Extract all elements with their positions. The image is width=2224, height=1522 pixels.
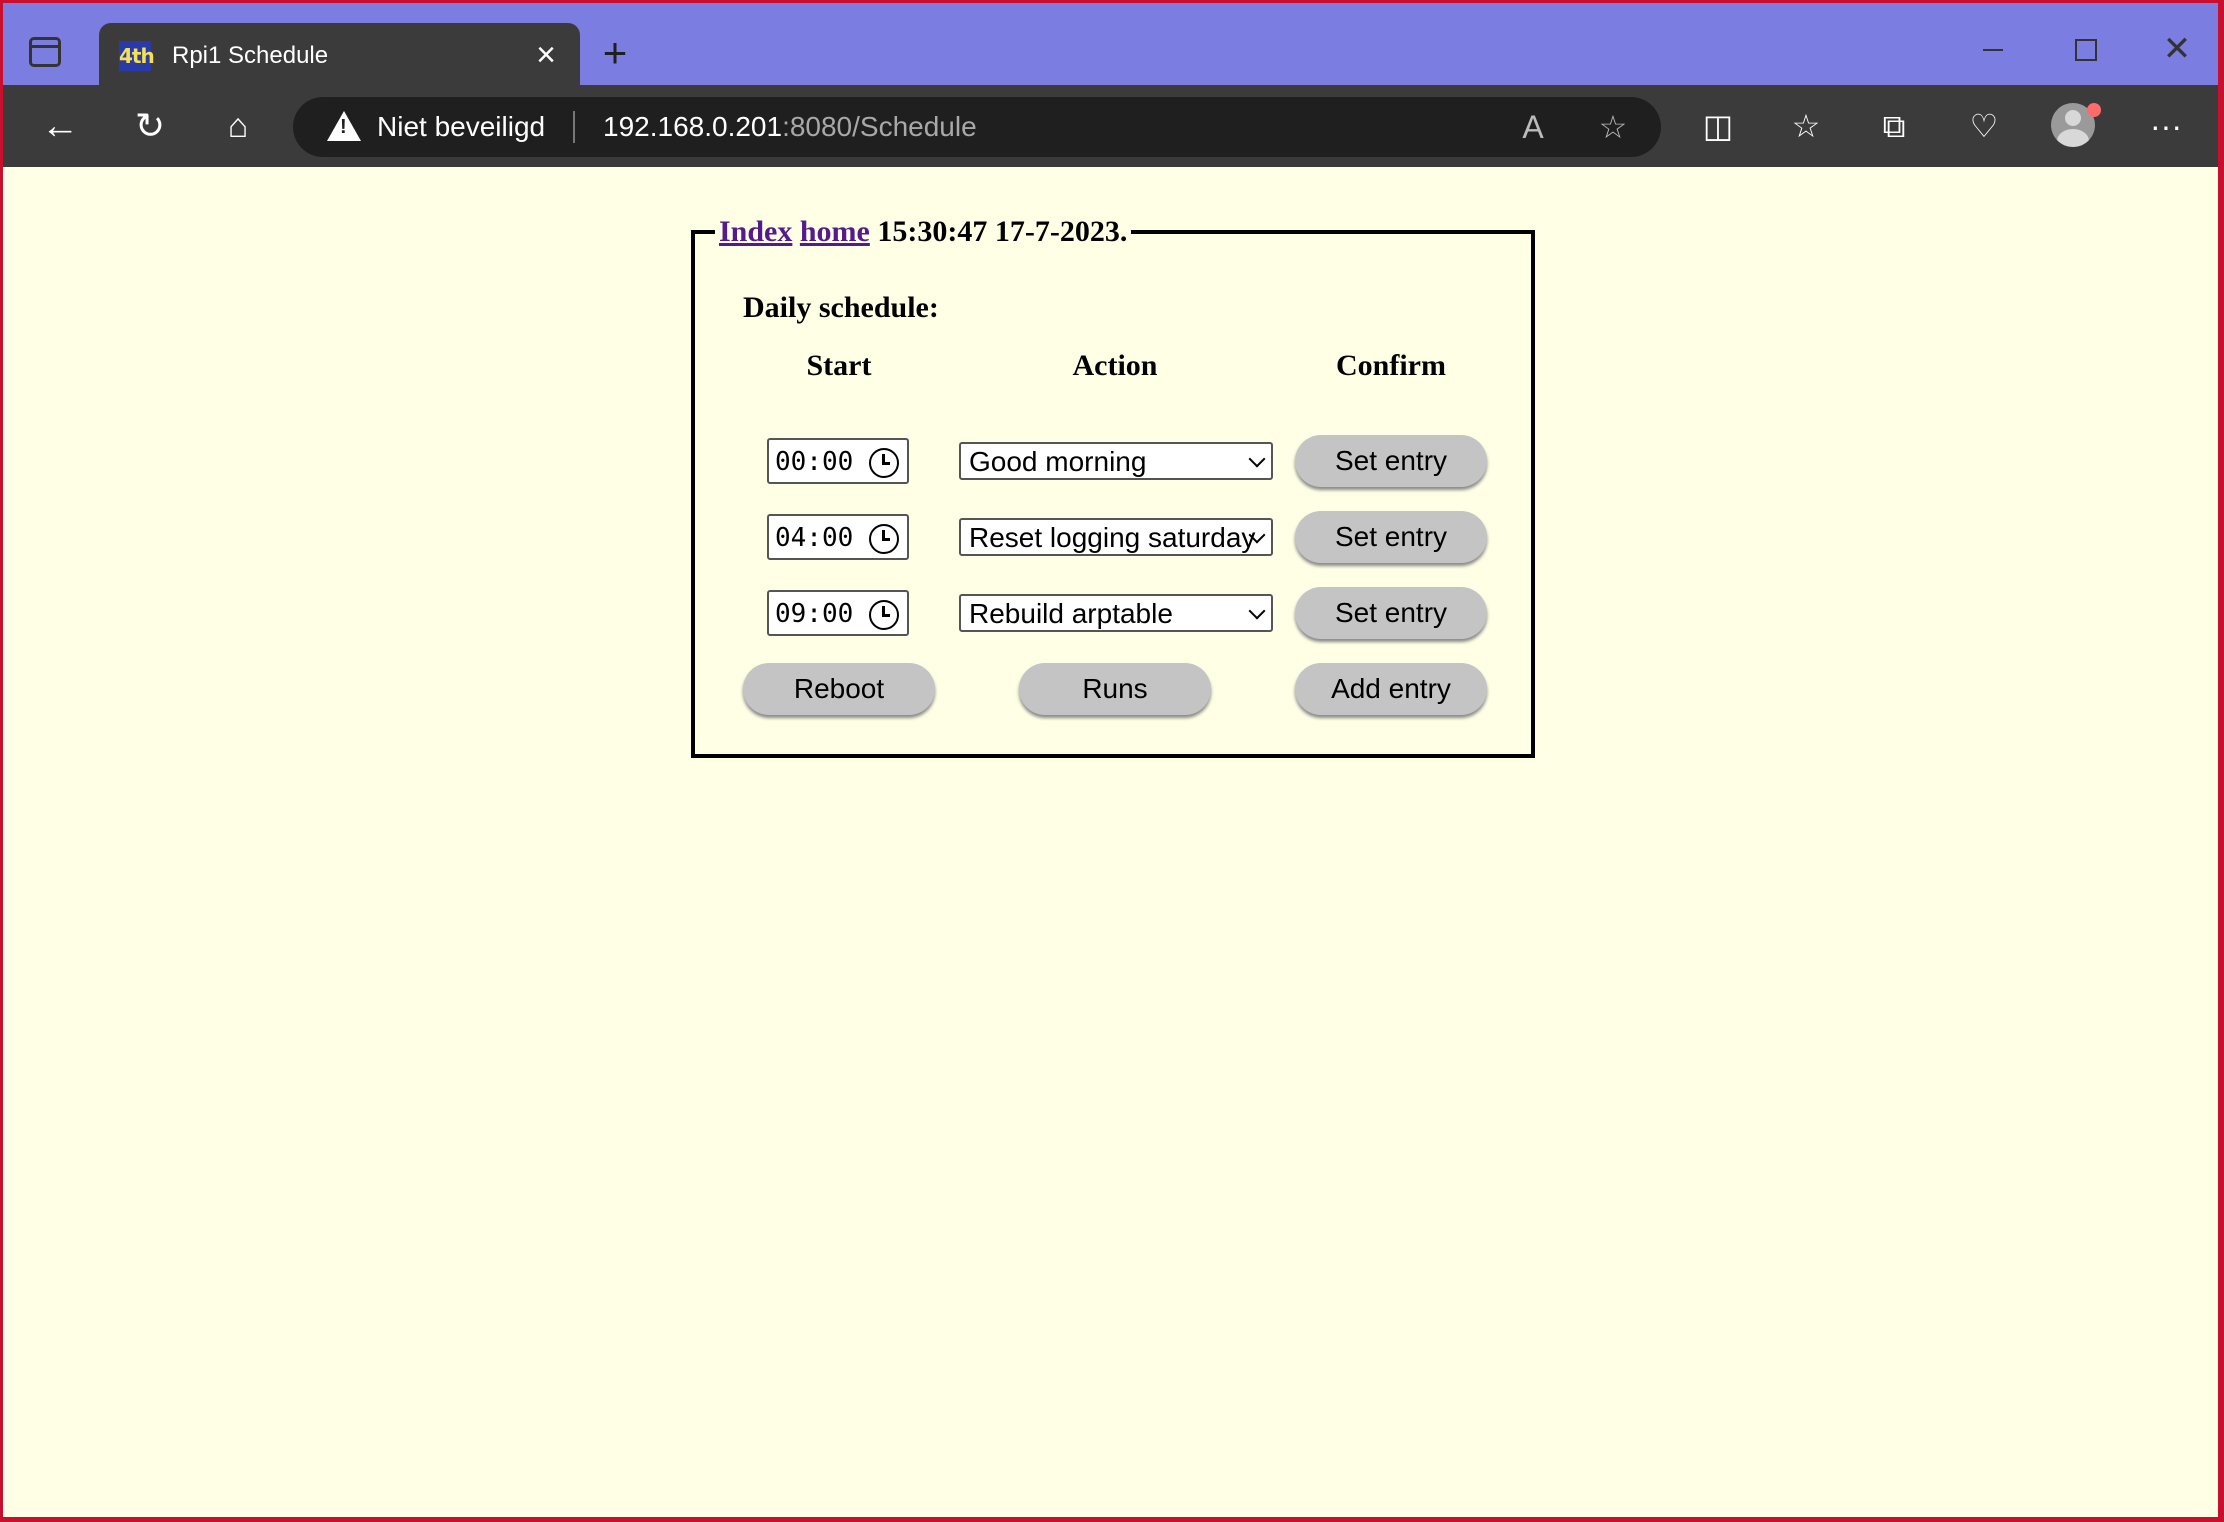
- split-screen-icon[interactable]: ◫: [1695, 103, 1741, 149]
- index-link[interactable]: Index: [719, 215, 792, 248]
- chevron-down-icon: [1248, 450, 1266, 468]
- url-path: :8080/Schedule: [782, 111, 977, 142]
- read-aloud-icon[interactable]: A: [1513, 107, 1553, 147]
- tab-active[interactable]: 4th Rpi1 Schedule ×: [99, 23, 580, 87]
- schedule-title: Daily schedule:: [743, 291, 939, 324]
- clock-icon[interactable]: [869, 600, 899, 630]
- back-arrow-icon[interactable]: ←: [37, 103, 83, 149]
- schedule-fieldset: Index home 15:30:47 17-7-2023. Daily sch…: [691, 212, 1535, 758]
- favicon-icon: 4th: [119, 41, 155, 71]
- close-window-icon[interactable]: ✕: [2147, 29, 2207, 69]
- minimize-icon[interactable]: [1963, 29, 2023, 69]
- reboot-button[interactable]: Reboot: [743, 663, 935, 715]
- tab-bar: 4th Rpi1 Schedule × + ✕: [3, 3, 2218, 87]
- clock-icon[interactable]: [869, 524, 899, 554]
- url-text[interactable]: 192.168.0.201:8080/Schedule: [603, 111, 977, 143]
- collections-icon[interactable]: ⧉: [1871, 103, 1917, 149]
- address-bar[interactable]: ! Niet beveiligd 192.168.0.201:8080/Sche…: [293, 97, 1661, 157]
- tab-title: Rpi1 Schedule: [172, 42, 329, 69]
- column-header-start: Start: [806, 349, 872, 382]
- browser-window: 4th Rpi1 Schedule × + ✕ ← ↻ ⌂ ! Niet bev…: [3, 3, 2218, 1517]
- start-time-value: 00:00: [775, 447, 854, 477]
- start-time-input[interactable]: 00:00: [767, 438, 909, 484]
- start-time-value: 09:00: [775, 599, 854, 629]
- chevron-down-icon: [1248, 602, 1266, 620]
- notification-dot: [2087, 103, 2101, 117]
- action-select[interactable]: Reset logging saturday: [959, 518, 1273, 556]
- column-header-action: Action: [1072, 349, 1158, 382]
- close-tab-icon[interactable]: ×: [528, 37, 564, 73]
- action-select-value: Reset logging saturday: [969, 522, 1256, 553]
- runs-button[interactable]: Runs: [1019, 663, 1211, 715]
- warning-icon[interactable]: !: [327, 111, 361, 141]
- start-time-input[interactable]: 09:00: [767, 590, 909, 636]
- start-time-value: 04:00: [775, 523, 854, 553]
- new-tab-icon[interactable]: +: [595, 32, 635, 74]
- start-time-input[interactable]: 04:00: [767, 514, 909, 560]
- home-icon[interactable]: ⌂: [215, 103, 261, 149]
- favorites-icon[interactable]: ☆: [1783, 103, 1829, 149]
- column-header-confirm: Confirm: [1336, 349, 1446, 382]
- url-divider: [573, 111, 575, 143]
- action-select-value: Rebuild arptable: [969, 598, 1173, 629]
- action-select[interactable]: Good morning: [959, 442, 1273, 480]
- set-entry-button[interactable]: Set entry: [1295, 587, 1487, 639]
- more-options-icon[interactable]: ···: [2143, 103, 2189, 149]
- refresh-icon[interactable]: ↻: [127, 103, 173, 149]
- clock-icon[interactable]: [869, 448, 899, 478]
- browser-essentials-icon[interactable]: ♡: [1961, 103, 2007, 149]
- tab-actions-icon[interactable]: [29, 37, 61, 67]
- navigation-toolbar: ← ↻ ⌂ ! Niet beveiligd 192.168.0.201:808…: [3, 85, 2218, 167]
- favorite-star-icon[interactable]: ☆: [1593, 107, 1633, 147]
- action-select-value: Good morning: [969, 446, 1147, 477]
- action-select[interactable]: Rebuild arptable: [959, 594, 1273, 632]
- set-entry-button[interactable]: Set entry: [1295, 511, 1487, 563]
- url-host: 192.168.0.201: [603, 111, 783, 142]
- add-entry-button[interactable]: Add entry: [1295, 663, 1487, 715]
- home-link[interactable]: home: [800, 215, 870, 248]
- datetime-text: 15:30:47 17-7-2023.: [877, 215, 1128, 248]
- legend: Index home 15:30:47 17-7-2023.: [715, 212, 1132, 252]
- security-label[interactable]: Niet beveiligd: [377, 111, 545, 143]
- maximize-icon[interactable]: [2055, 29, 2115, 69]
- set-entry-button[interactable]: Set entry: [1295, 435, 1487, 487]
